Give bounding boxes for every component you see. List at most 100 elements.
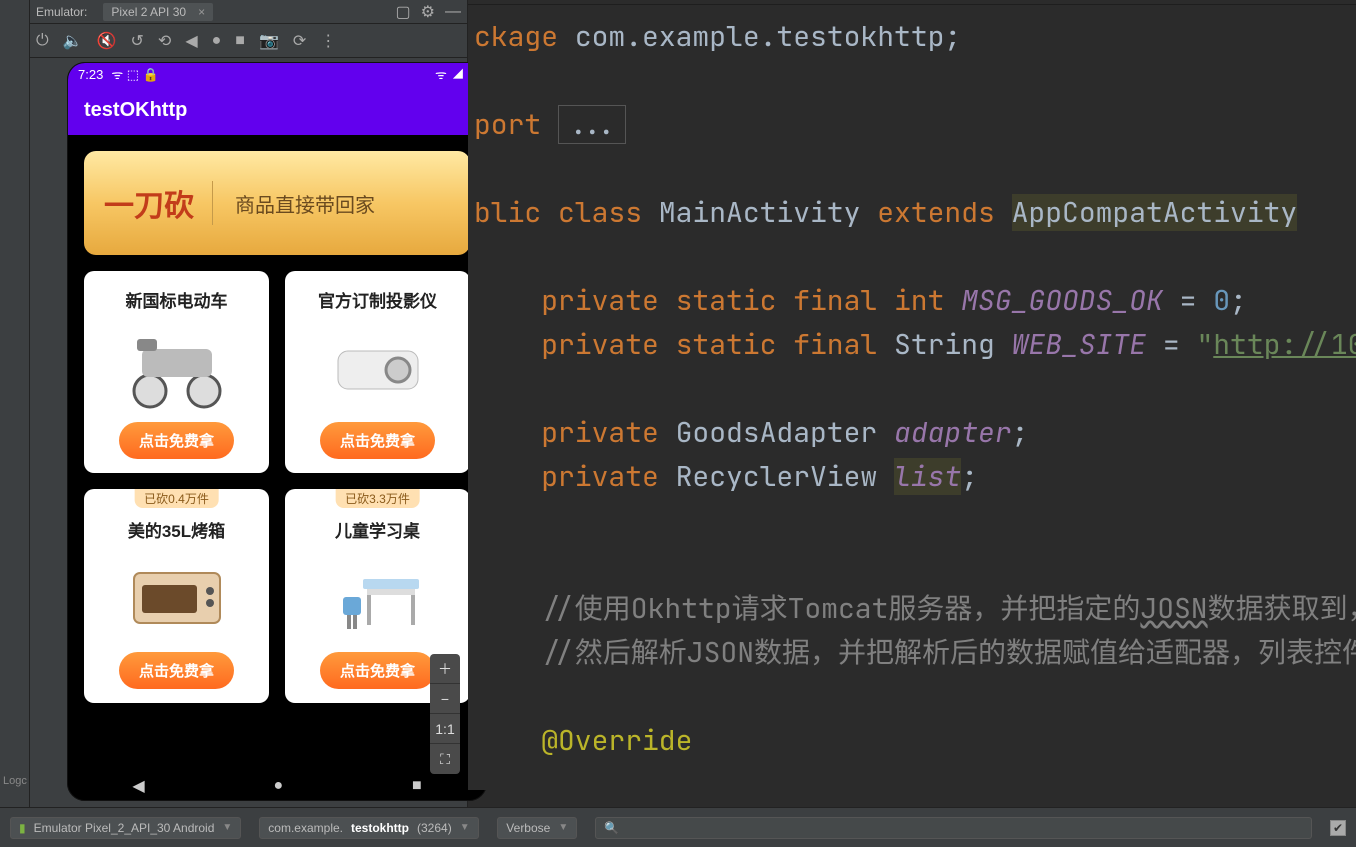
code-token: adapter [894, 414, 1012, 451]
banner-subtitle: 商品直接带回家 [235, 189, 375, 218]
back-icon[interactable]: ◀ [185, 31, 197, 51]
code-token: String [894, 326, 1012, 363]
emulator-panel: Emulator: ▮ Pixel 2 API 30 × ▢ ⚙ — ⏻ 🔈 🔇… [30, 0, 468, 807]
nav-recent-icon[interactable]: ■ [412, 777, 422, 795]
logcat-tab-label[interactable]: Logc [3, 775, 27, 787]
wifi-icon: ᯤ [435, 65, 447, 83]
product-card[interactable]: 新国标电动车 点击免费拿 [84, 271, 269, 473]
logcat-toolbar: ▮ Emulator Pixel_2_API_30 Android ▼ com.… [0, 807, 1356, 847]
android-statusbar: 7:23 ᯤ ⬚ 🔒 ᯤ ◢ ▮ [68, 63, 486, 85]
emulator-label: Emulator: [36, 5, 87, 19]
code-comment: //使用Okhttp请求Tomcat服务器，并把指定的 [474, 590, 1140, 627]
status-time: 7:23 [78, 67, 103, 82]
app-bar: testOKhttp [68, 85, 486, 135]
rotate-left-icon[interactable]: ↺ [131, 31, 144, 51]
code-token: MainActivity [659, 194, 877, 231]
product-badge: 已砍3.3万件 [335, 489, 420, 508]
code-token: RecyclerView [676, 458, 894, 495]
code-comment: JOSN [1140, 590, 1207, 627]
code-token: private [474, 458, 676, 495]
code-token: extends [877, 194, 1011, 231]
power-icon[interactable]: ⏻ [36, 32, 49, 50]
code-token: " [1196, 326, 1213, 363]
product-card[interactable]: 已砍0.4万件 美的35L烤箱 点击免费拿 [84, 489, 269, 703]
product-image [117, 546, 237, 646]
volume-down-icon[interactable]: 🔇 [97, 31, 117, 51]
code-token: list [894, 458, 961, 495]
chevron-down-icon: ▼ [558, 822, 568, 833]
search-icon: 🔍 [604, 821, 619, 835]
screenshot-icon[interactable]: 📷 [259, 31, 279, 51]
log-search-input[interactable]: 🔍 [595, 817, 1312, 839]
product-title: 官方订制投影仪 [318, 287, 437, 312]
reload-icon[interactable]: ⟳ [293, 31, 306, 51]
stop-icon[interactable]: ■ [235, 32, 245, 50]
free-get-button[interactable]: 点击免费拿 [119, 652, 234, 689]
code-comment: //然后解析JSON数据，并把解析后的数据赋值给适配器，列表控件添加 [474, 634, 1356, 671]
panel-icon[interactable]: ▢ [396, 2, 411, 22]
code-token: blic class [474, 194, 659, 231]
status-left-icons: ᯤ ⬚ 🔒 [111, 65, 159, 83]
product-title: 儿童学习桌 [335, 517, 420, 542]
code-token: = [1146, 326, 1196, 363]
code-token: private static final int [474, 282, 961, 319]
android-navbar: ◀ ● ■ [68, 772, 486, 800]
log-level-label: Verbose [506, 821, 550, 835]
close-icon[interactable]: × [198, 5, 205, 19]
regex-checkbox[interactable]: ✔ [1330, 820, 1346, 836]
phone-frame: 7:23 ᯤ ⬚ 🔒 ᯤ ◢ ▮ testOKhttp 一刀砍 商品直接带回家 … [67, 62, 487, 801]
code-token: ; [1230, 282, 1247, 319]
product-card[interactable]: 官方订制投影仪 点击免费拿 [285, 271, 470, 473]
app-title: testOKhttp [84, 99, 187, 122]
zoom-in-button[interactable]: ＋ [430, 654, 460, 684]
free-get-button[interactable]: 点击免费拿 [320, 422, 435, 459]
code-token: ckage [474, 18, 575, 55]
log-level-selector[interactable]: Verbose ▼ [497, 817, 577, 839]
nav-back-icon[interactable]: ◀ [132, 776, 144, 796]
product-title: 新国标电动车 [126, 287, 228, 312]
emulator-toolbar: ⏻ 🔈 🔇 ↺ ⟲ ◀ ● ■ 📷 ⟳ ⋮ [30, 24, 467, 58]
code-token: ; [961, 458, 978, 495]
product-image [318, 546, 438, 646]
product-grid: 新国标电动车 点击免费拿 官方订制投影仪 点击免费拿 已砍0.4万件 [84, 271, 470, 703]
record-icon[interactable]: ● [212, 32, 222, 50]
code-token: = [1163, 282, 1213, 319]
process-label-b: testokhttp [351, 821, 409, 835]
emulator-device-tab[interactable]: ▮ Pixel 2 API 30 × [103, 3, 213, 21]
zoom-actual-button[interactable]: 1:1 [430, 714, 460, 744]
code-token: AppCompatActivity [1012, 194, 1298, 231]
phone-icon: ▮ [19, 821, 26, 835]
code-fold[interactable]: ... [558, 105, 626, 144]
chevron-down-icon: ▼ [460, 822, 470, 833]
free-get-button[interactable]: 点击免费拿 [320, 652, 435, 689]
emulator-titlebar: Emulator: ▮ Pixel 2 API 30 × ▢ ⚙ — [30, 0, 467, 24]
process-selector[interactable]: com.example.testokhttp (3264) ▼ [259, 817, 479, 839]
emulator-zoom-panel: ＋ − 1:1 ⛶ [430, 654, 460, 774]
code-token: http://10.0.2 [1213, 326, 1356, 363]
gear-icon[interactable]: ⚙ [421, 2, 435, 22]
code-token: private static final [474, 326, 894, 363]
minimize-icon[interactable]: — [445, 3, 461, 21]
device-selector[interactable]: ▮ Emulator Pixel_2_API_30 Android ▼ [10, 817, 241, 839]
product-badge: 已砍0.4万件 [134, 489, 219, 508]
volume-up-icon[interactable]: 🔈 [63, 31, 83, 51]
code-token: com.example.testokhttp [575, 18, 945, 55]
nav-home-icon[interactable]: ● [273, 777, 283, 795]
code-token: MSG_GOODS_OK [961, 282, 1163, 319]
code-token: private [474, 414, 676, 451]
code-editor[interactable]: ckage com.example.testokhttp; port ... b… [468, 0, 1356, 790]
more-icon[interactable]: ⋮ [320, 31, 336, 51]
zoom-out-button[interactable]: − [430, 684, 460, 714]
process-label-a: com.example. [268, 821, 343, 835]
code-token: ; [1012, 414, 1029, 451]
signal-icon: ◢ [453, 65, 463, 83]
code-token: port [474, 106, 558, 143]
rotate-right-icon[interactable]: ⟲ [158, 31, 171, 51]
promo-banner[interactable]: 一刀砍 商品直接带回家 [84, 151, 470, 255]
zoom-fit-button[interactable]: ⛶ [430, 744, 460, 774]
ide-left-gutter: Logc [0, 0, 30, 807]
app-content[interactable]: 一刀砍 商品直接带回家 新国标电动车 点击免费拿 官方订制投影仪 [68, 135, 486, 772]
code-content[interactable]: ckage com.example.testokhttp; port ... b… [468, 5, 1356, 763]
device-selector-label: Emulator Pixel_2_API_30 Android [34, 821, 215, 835]
free-get-button[interactable]: 点击免费拿 [119, 422, 234, 459]
